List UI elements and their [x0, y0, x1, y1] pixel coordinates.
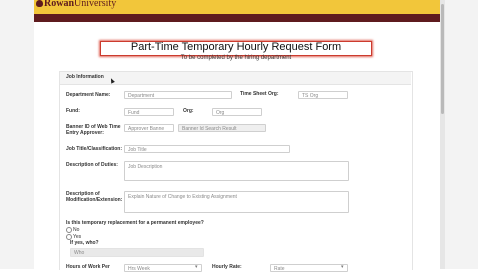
logo-text: Rowan — [44, 0, 75, 9]
approver-banner-input[interactable]: Approver Banne — [124, 124, 174, 132]
timesheet-org-input[interactable]: TS Org — [298, 91, 348, 99]
duties-textarea[interactable]: Job Description — [124, 161, 349, 181]
rowan-crest-icon — [36, 0, 43, 7]
fund-label: Fund: — [66, 108, 80, 114]
chevron-down-icon: ▾ — [341, 264, 344, 270]
department-input[interactable]: Department — [124, 91, 232, 99]
banner-id-label-line2: Entry Approver: — [66, 130, 104, 136]
job-title-label: Job Title/Classification: — [66, 146, 123, 152]
modification-textarea[interactable]: Explain Nature of Change to Existing Ass… — [124, 191, 349, 213]
rowan-logo[interactable]: RowanUniversity — [36, 0, 116, 9]
header-stripe — [34, 14, 440, 22]
hourly-rate-label: Hourly Rate: — [212, 264, 242, 270]
department-label: Department Name: — [66, 92, 111, 98]
rate-select[interactable]: Rate — [270, 264, 348, 272]
modification-label-line2: Modification/Extension: — [66, 197, 123, 203]
org-label: Org: — [183, 108, 194, 114]
org-input[interactable]: Org — [212, 108, 262, 116]
left-gutter — [0, 0, 34, 269]
radio-no-label: No — [73, 227, 80, 233]
hours-select[interactable]: Hrs Week — [124, 264, 202, 272]
chevron-down-icon: ▾ — [195, 264, 198, 270]
timesheet-org-label: Time Sheet Org: — [240, 91, 279, 97]
section-title: Job Information — [66, 74, 104, 80]
replacement-question: Is this temporary replacement for a perm… — [66, 220, 204, 226]
form-title: Part-Time Temporary Hourly Request Form — [130, 41, 342, 53]
hours-label: Hours of Work Per — [66, 264, 110, 270]
banner-search-result: Banner Id Search Result — [178, 124, 266, 132]
duties-label: Description of Duties: — [66, 162, 118, 168]
logo-text-2: University — [74, 0, 117, 9]
job-title-input[interactable]: Job Title — [124, 145, 290, 153]
form-subtitle: To be completed by the hiring department — [180, 55, 292, 61]
fund-input[interactable]: Fund — [124, 108, 174, 116]
who-input[interactable]: Who — [70, 248, 204, 257]
scrollbar-thumb[interactable] — [441, 4, 444, 114]
right-gutter — [440, 0, 478, 269]
radio-no[interactable] — [66, 227, 72, 233]
if-yes-label: If yes, who? — [70, 240, 99, 246]
